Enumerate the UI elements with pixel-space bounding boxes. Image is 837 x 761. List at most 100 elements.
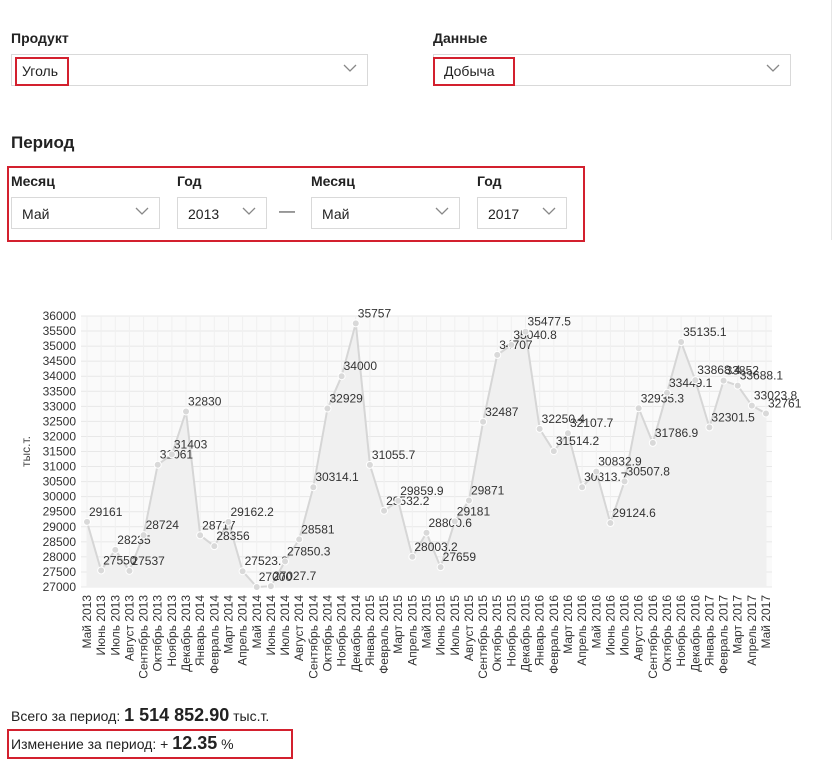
data-point <box>436 563 445 572</box>
change-label: Изменение за период: <box>11 736 157 752</box>
data-point <box>125 566 134 575</box>
from-month-select[interactable]: Май <box>11 197 160 229</box>
from-month-label: Месяц <box>11 173 55 189</box>
y-tick-label: 28500 <box>43 535 77 549</box>
data-point <box>620 477 629 486</box>
x-tick-label: Январь 2017 <box>702 595 716 666</box>
data-label: 35757 <box>358 306 392 320</box>
x-tick-label: Май 2014 <box>250 595 264 649</box>
data-point <box>97 566 106 575</box>
x-tick-label: Сентябрь 2016 <box>646 595 660 679</box>
y-tick-label: 29000 <box>43 520 77 534</box>
x-tick-label: Июль 2013 <box>108 595 122 656</box>
y-tick-label: 31500 <box>43 445 77 459</box>
data-label: 32107.7 <box>570 416 614 430</box>
data-point <box>111 545 120 554</box>
data-label: 33688.1 <box>740 369 784 383</box>
x-tick-label: Июль 2016 <box>618 595 632 656</box>
right-edge-line <box>831 0 832 240</box>
period-separator: — <box>279 203 295 220</box>
x-tick-label: Май 2013 <box>80 595 94 649</box>
data-point <box>507 340 516 349</box>
data-point <box>450 517 459 526</box>
x-tick-label: Июнь 2015 <box>434 595 448 656</box>
x-tick-label: Май 2015 <box>420 595 434 649</box>
data-point <box>549 447 558 456</box>
x-tick-label: Март 2014 <box>221 595 235 654</box>
data-label: 29859.9 <box>400 484 444 498</box>
data-point <box>337 372 346 381</box>
from-year-value: 2013 <box>188 206 220 222</box>
x-tick-label: Апрель 2017 <box>745 595 759 666</box>
product-select-value: Уголь <box>22 63 59 79</box>
data-point <box>648 438 657 447</box>
data-label: 33449.1 <box>669 376 713 390</box>
data-point <box>196 531 205 540</box>
chevron-down-icon <box>766 64 780 72</box>
to-year-select[interactable]: 2017 <box>477 197 567 229</box>
data-point <box>606 519 615 528</box>
data-point <box>153 460 162 469</box>
chevron-down-icon <box>542 207 556 215</box>
x-tick-label: Август 2014 <box>292 595 306 661</box>
x-tick-label: Ноябрь 2016 <box>674 595 688 667</box>
data-point <box>422 528 431 537</box>
data-label: 31786.9 <box>655 426 699 440</box>
y-tick-label: 35000 <box>43 339 77 353</box>
data-point <box>479 417 488 426</box>
x-tick-label: Сентябрь 2013 <box>137 595 151 679</box>
data-label: 29871 <box>471 484 505 498</box>
data-label: 27537 <box>131 554 165 568</box>
x-tick-label: Апрель 2016 <box>575 595 589 666</box>
chevron-down-icon <box>135 207 149 215</box>
data-label: 28581 <box>301 522 335 536</box>
y-tick-label: 36000 <box>43 309 77 323</box>
data-point <box>762 409 770 418</box>
production-chart: 2700027500280002850029000295003000030500… <box>19 306 802 679</box>
data-label: 31055.7 <box>372 448 416 462</box>
data-point <box>493 350 502 359</box>
y-tick-label: 34500 <box>43 354 77 368</box>
data-point <box>634 404 643 413</box>
data-point <box>578 483 587 492</box>
data-point <box>139 531 148 540</box>
data-label: 31514.2 <box>556 434 600 448</box>
x-tick-label: Апрель 2014 <box>236 595 250 666</box>
data-point <box>295 535 304 544</box>
data-point <box>592 467 601 476</box>
data-point <box>719 376 728 385</box>
x-tick-label: Февраль 2014 <box>207 595 221 674</box>
change-unit: % <box>221 736 234 752</box>
y-tick-label: 29500 <box>43 505 77 519</box>
data-point <box>224 517 233 526</box>
data-point <box>210 542 219 551</box>
data-point <box>563 429 572 438</box>
data-point <box>380 506 389 515</box>
from-year-select[interactable]: 2013 <box>177 197 267 229</box>
x-tick-label: Август 2015 <box>462 595 476 661</box>
y-tick-label: 27000 <box>43 580 77 594</box>
data-label: 29124.6 <box>612 506 656 520</box>
total-summary: Всего за период: 1 514 852.90 тыс.т. <box>11 705 269 726</box>
data-label: 29181 <box>457 504 491 518</box>
x-tick-label: Сентябрь 2014 <box>306 595 320 679</box>
chevron-down-icon <box>242 207 256 215</box>
y-tick-label: 30000 <box>43 490 77 504</box>
product-label: Продукт <box>11 30 69 46</box>
data-select[interactable]: Добыча <box>433 54 791 86</box>
y-axis-label: тыс.т. <box>19 436 33 467</box>
x-tick-label: Апрель 2015 <box>405 595 419 666</box>
data-label: 35040.8 <box>513 328 557 342</box>
product-select[interactable]: Уголь <box>11 54 368 86</box>
to-month-select[interactable]: Май <box>311 197 460 229</box>
from-month-value: Май <box>22 206 50 222</box>
x-tick-label: Ноябрь 2015 <box>504 595 518 667</box>
x-tick-label: Июнь 2014 <box>264 595 278 656</box>
data-point <box>733 381 742 390</box>
chevron-down-icon <box>343 64 357 72</box>
total-unit: тыс.т. <box>233 708 270 724</box>
x-tick-label: Август 2016 <box>632 595 646 661</box>
data-label: 31403 <box>174 437 208 451</box>
y-tick-label: 28000 <box>43 550 77 564</box>
total-label: Всего за период: <box>11 708 121 724</box>
